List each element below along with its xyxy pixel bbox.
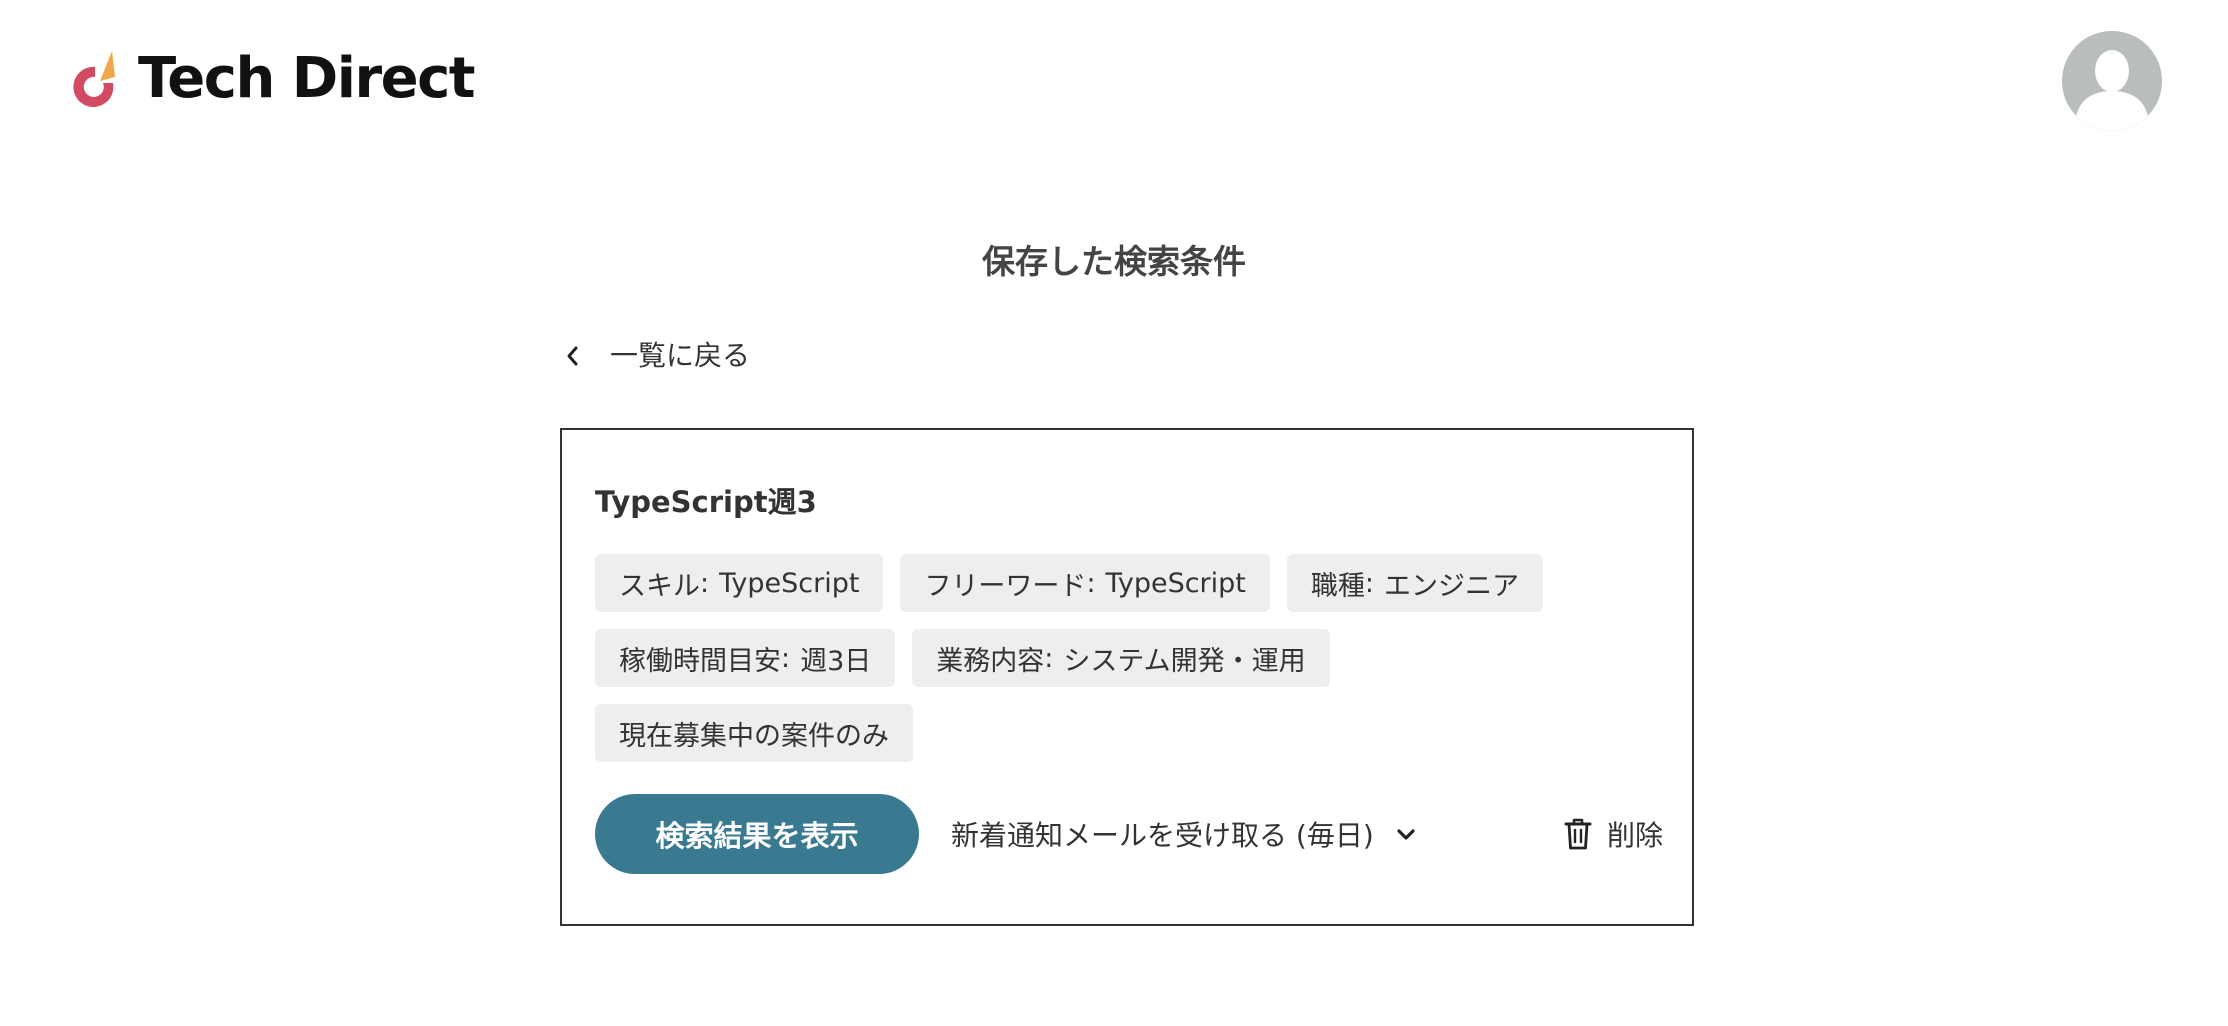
chevron-down-icon [1397,829,1415,840]
chip-row: 現在募集中の案件のみ [595,704,1655,762]
notification-frequency-label: 新着通知メールを受け取る (毎日) [951,819,1374,852]
condition-chip-job-type: 職種: エンジニア [1286,554,1543,612]
delete-label: 削除 [1606,819,1663,852]
condition-chip-work-hours: 稼働時間目安: 週3日 [595,629,896,687]
page-title: 保存した検索条件 [982,242,1246,281]
brand-logo[interactable]: Tech Direct [68,44,476,114]
tech-direct-logo-icon [73,51,115,107]
show-results-button[interactable]: 検索結果を表示 [595,794,919,874]
app-header: Tech Direct [0,0,2228,160]
back-to-list-link[interactable]: 一覧に戻る [560,334,750,378]
saved-search-card: TypeScript週3 スキル: TypeScript フリーワード: TypeS… [560,428,1694,926]
brand-name: Tech Direct [138,46,476,111]
chip-row: スキル: TypeScript フリーワード: TypeScript 職種: エンジニ… [595,554,1655,612]
condition-chip-freeword: フリーワード: TypeScript [900,554,1270,612]
condition-chips: スキル: TypeScript フリーワード: TypeScript 職種: エンジニ… [595,554,1655,779]
condition-chip-work-content: 業務内容: システム開発・運用 [912,629,1330,687]
condition-chip-open-only: 現在募集中の案件のみ [595,704,913,762]
chip-row: 稼働時間目安: 週3日 業務内容: システム開発・運用 [595,629,1655,687]
trash-icon [1564,818,1592,850]
chevron-left-icon [567,346,578,366]
condition-chip-skill: スキル: TypeScript [595,554,884,612]
card-actions: 検索結果を表示 新着通知メールを受け取る (毎日) 削除 [595,794,1663,874]
delete-button[interactable]: 削除 [1563,794,1663,874]
back-to-list-label: 一覧に戻る [610,339,751,372]
user-avatar-icon [2062,31,2162,131]
notification-frequency-select[interactable]: 新着通知メールを受け取る (毎日) [951,794,1418,874]
user-avatar[interactable] [2062,31,2162,131]
saved-search-name: TypeScript週3 [595,485,817,519]
